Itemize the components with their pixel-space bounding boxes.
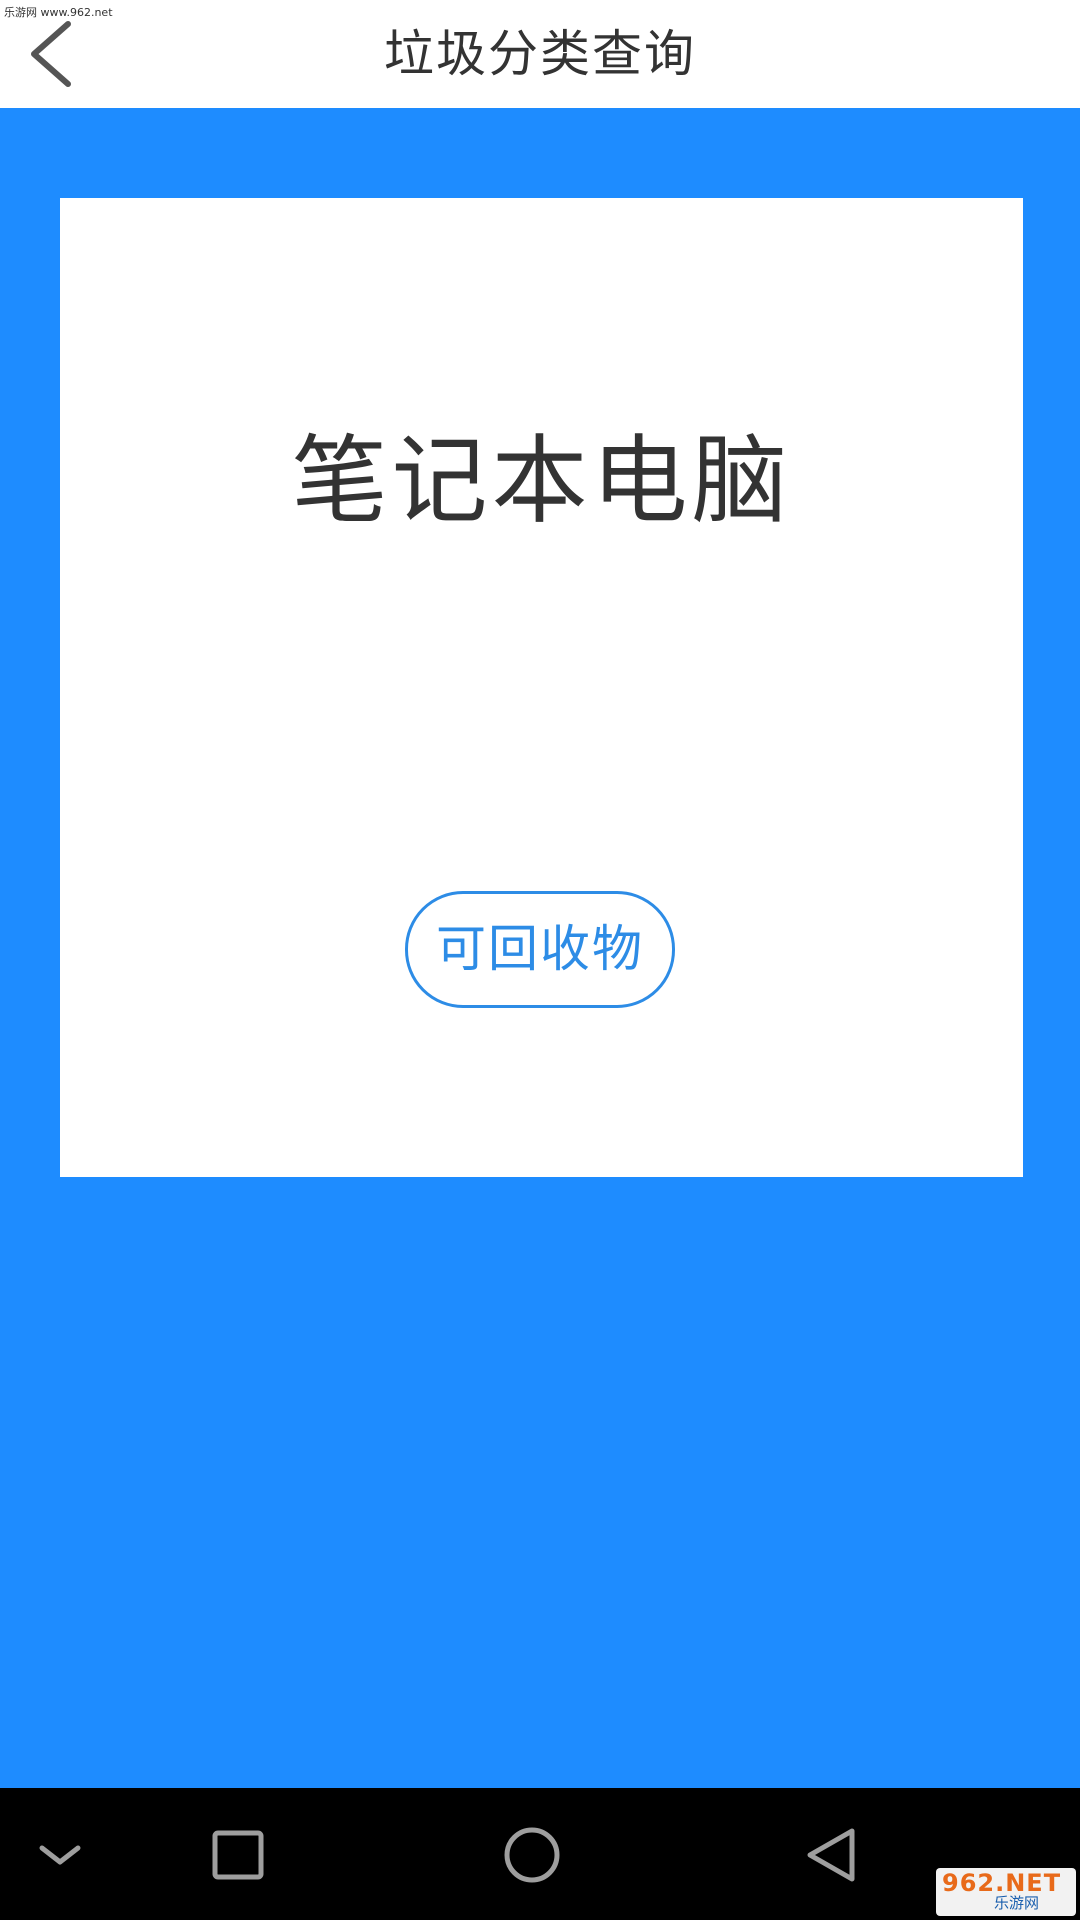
item-name: 笔记本电脑 (291, 425, 792, 537)
chevron-down-icon (39, 1845, 81, 1865)
category-badge[interactable]: 可回收物 (405, 891, 675, 1008)
nav-collapse-button[interactable] (0, 1788, 120, 1920)
watermark-logo: 962.NET 乐游网 (936, 1868, 1076, 1916)
app-header: 乐游网 www.962.net 垃圾分类查询 (0, 0, 1080, 108)
nav-home-button[interactable] (472, 1788, 592, 1920)
home-circle-icon (504, 1827, 560, 1883)
watermark-logo-sub: 乐游网 (994, 1894, 1040, 1912)
nav-back-button[interactable] (770, 1788, 890, 1920)
watermark-logo-main: 962.NET (942, 1869, 1062, 1897)
nav-recents-button[interactable] (178, 1788, 298, 1920)
result-card: 笔记本电脑 可回收物 (60, 198, 1023, 1177)
page-title: 垃圾分类查询 (384, 25, 696, 83)
system-nav-bar: 962.NET 乐游网 (0, 1788, 1080, 1920)
back-triangle-icon (807, 1828, 855, 1882)
recents-square-icon (212, 1830, 264, 1880)
